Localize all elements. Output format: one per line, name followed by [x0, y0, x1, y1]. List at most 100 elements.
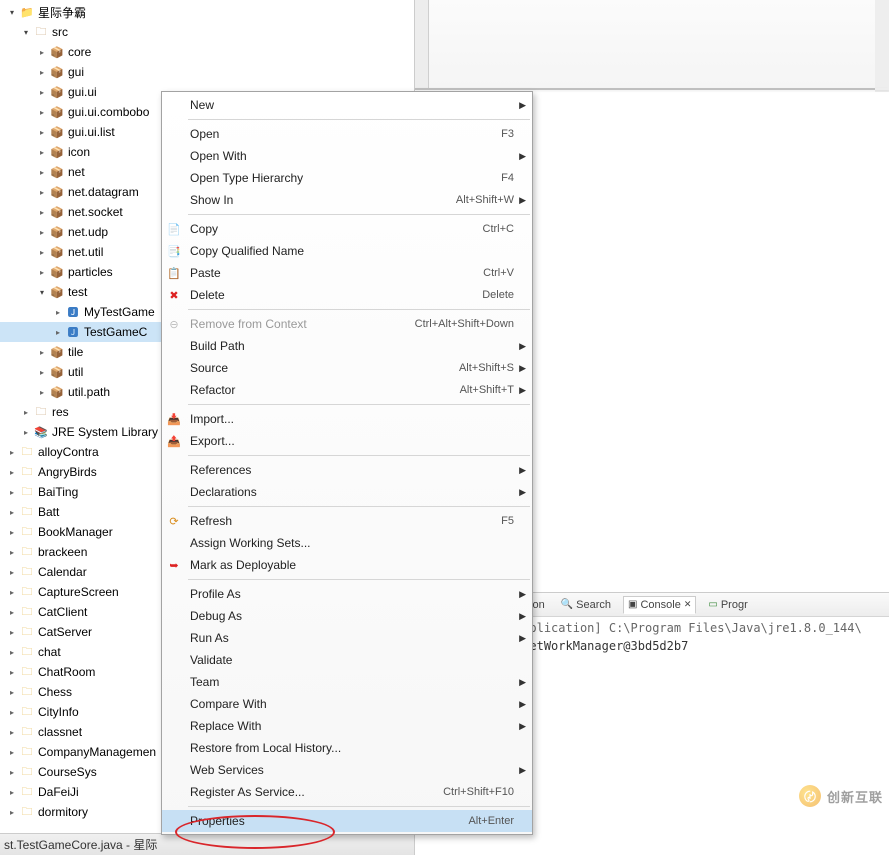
menu-separator [188, 214, 530, 215]
tab-progress[interactable]: ▭Progr [704, 597, 751, 613]
submenu-arrow-icon: ▶ [519, 633, 526, 644]
folder-icon: 🗀 [19, 624, 35, 640]
menu-item-replace-with[interactable]: Replace With▶ [162, 715, 532, 737]
menu-item-open-type-hierarchy[interactable]: Open Type HierarchyF4 [162, 167, 532, 189]
menu-item-team[interactable]: Team▶ [162, 671, 532, 693]
menu-separator [188, 579, 530, 580]
menu-label: New [190, 98, 514, 112]
menu-item-refactor[interactable]: RefactorAlt+Shift+T▶ [162, 379, 532, 401]
folder-icon: 🗀 [19, 604, 35, 620]
chevron-right-icon: ▸ [36, 246, 48, 258]
delete-icon: ✖ [166, 287, 182, 303]
menu-item-profile-as[interactable]: Profile As▶ [162, 583, 532, 605]
menu-item-declarations[interactable]: Declarations▶ [162, 481, 532, 503]
menu-item-register-as-service[interactable]: Register As Service...Ctrl+Shift+F10 [162, 781, 532, 803]
menu-item-compare-with[interactable]: Compare With▶ [162, 693, 532, 715]
menu-item-source[interactable]: SourceAlt+Shift+S▶ [162, 357, 532, 379]
editor-gutter [415, 0, 429, 88]
chevron-right-icon: ▸ [6, 506, 18, 518]
menu-item-restore-from-local-history[interactable]: Restore from Local History... [162, 737, 532, 759]
menu-separator [188, 506, 530, 507]
folder-icon: 🗀 [19, 684, 35, 700]
chevron-right-icon: ▸ [6, 706, 18, 718]
menu-item-debug-as[interactable]: Debug As▶ [162, 605, 532, 627]
menu-label: Refresh [190, 514, 501, 528]
menu-label: Register As Service... [190, 785, 443, 799]
folder-icon: 🗀 [19, 724, 35, 740]
package-icon: 📦 [49, 224, 65, 240]
file-label: MyTestGame [84, 305, 155, 319]
chevron-right-icon: ▸ [36, 106, 48, 118]
tree-package[interactable]: ▸📦core [0, 42, 414, 62]
package-icon: 📦 [49, 264, 65, 280]
folder-icon: 🗀 [19, 764, 35, 780]
project-label: CourseSys [38, 765, 97, 779]
menu-label: Paste [190, 266, 483, 280]
tab-label: Console [640, 599, 680, 611]
chevron-right-icon: ▸ [6, 686, 18, 698]
menu-item-run-as[interactable]: Run As▶ [162, 627, 532, 649]
menu-item-open-with[interactable]: Open With▶ [162, 145, 532, 167]
submenu-arrow-icon: ▶ [519, 363, 526, 374]
package-label: gui.ui [68, 85, 97, 99]
menu-item-copy-qualified-name[interactable]: 📑Copy Qualified Name [162, 240, 532, 262]
menu-item-web-services[interactable]: Web Services▶ [162, 759, 532, 781]
tree-project[interactable]: ▾ 📁 星际争霸 [0, 2, 414, 22]
project-label: BaiTing [38, 485, 78, 499]
menu-item-assign-working-sets[interactable]: Assign Working Sets... [162, 532, 532, 554]
menu-label: Debug As [190, 609, 514, 623]
tree-package[interactable]: ▸📦gui [0, 62, 414, 82]
menu-item-build-path[interactable]: Build Path▶ [162, 335, 532, 357]
menu-item-copy[interactable]: 📄CopyCtrl+C [162, 218, 532, 240]
menu-item-show-in[interactable]: Show InAlt+Shift+W▶ [162, 189, 532, 211]
project-label: Calendar [38, 565, 87, 579]
menu-item-properties[interactable]: PropertiesAlt+Enter [162, 810, 532, 832]
menu-item-export[interactable]: 📤Export... [162, 430, 532, 452]
refresh-icon: ⟳ [166, 513, 182, 529]
project-label: Chess [38, 685, 72, 699]
menu-item-import[interactable]: 📥Import... [162, 408, 532, 430]
context-menu[interactable]: New▶OpenF3Open With▶Open Type HierarchyF… [161, 91, 533, 835]
res-label: res [52, 405, 69, 419]
menu-item-delete[interactable]: ✖DeleteDelete [162, 284, 532, 306]
tab-search[interactable]: 🔍Search [557, 597, 615, 613]
menu-label: Delete [190, 288, 482, 302]
menu-label: Export... [190, 434, 514, 448]
menu-item-paste[interactable]: 📋PasteCtrl+V [162, 262, 532, 284]
menu-shortcut: Ctrl+Shift+F10 [443, 786, 514, 798]
package-label: util.path [68, 385, 110, 399]
chevron-right-icon: ▸ [52, 306, 64, 318]
chevron-right-icon: ▸ [36, 126, 48, 138]
menu-label: Remove from Context [190, 317, 415, 331]
menu-label: Restore from Local History... [190, 741, 514, 755]
menu-item-open[interactable]: OpenF3 [162, 123, 532, 145]
remove-icon: ⊖ [166, 316, 182, 332]
menu-label: References [190, 463, 514, 477]
chevron-right-icon: ▸ [6, 806, 18, 818]
project-label: Batt [38, 505, 59, 519]
project-label: ChatRoom [38, 665, 95, 679]
submenu-arrow-icon: ▶ [519, 100, 526, 111]
tab-console[interactable]: ▣Console ✕ [623, 596, 696, 614]
scrollbar[interactable] [875, 0, 889, 92]
chevron-right-icon: ▸ [36, 386, 48, 398]
status-text: st.TestGameCore.java - 星际 [4, 836, 157, 853]
chevron-right-icon: ▸ [36, 206, 48, 218]
close-icon[interactable]: ✕ [684, 599, 692, 610]
watermark-logo-icon: 〄 [799, 785, 821, 807]
submenu-arrow-icon: ▶ [519, 465, 526, 476]
menu-label: Open With [190, 149, 514, 163]
menu-item-new[interactable]: New ▶ [162, 94, 532, 116]
menu-item-references[interactable]: References ▶ [162, 459, 532, 481]
folder-icon: 🗀 [19, 504, 35, 520]
tree-src[interactable]: ▾ 🗀 src [0, 22, 414, 42]
chevron-right-icon: ▸ [36, 46, 48, 58]
tab-label: Search [576, 599, 611, 611]
menu-item-validate[interactable]: Validate [162, 649, 532, 671]
chevron-right-icon: ▸ [36, 226, 48, 238]
menu-item-mark-as-deployable[interactable]: ➥Mark as Deployable [162, 554, 532, 576]
chevron-right-icon: ▸ [36, 166, 48, 178]
menu-item-refresh[interactable]: ⟳RefreshF5 [162, 510, 532, 532]
chevron-right-icon: ▸ [6, 466, 18, 478]
folder-icon: 🗀 [19, 744, 35, 760]
